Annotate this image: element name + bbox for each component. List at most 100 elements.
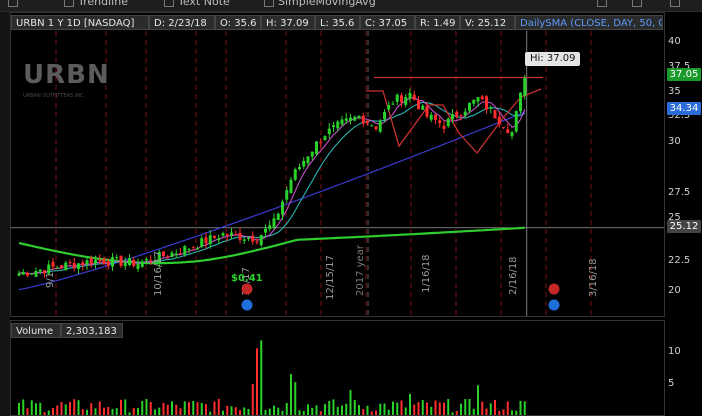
candle-body — [281, 201, 284, 215]
volume-bar — [515, 410, 518, 415]
study-tool-label[interactable]: SimpleMovingAvg — [278, 0, 376, 8]
volume-bar — [209, 411, 212, 415]
candle-body — [493, 110, 497, 119]
volume-bar — [39, 402, 42, 415]
grid-icon[interactable] — [632, 0, 642, 7]
candle-body — [446, 118, 450, 127]
volume-bar — [285, 403, 288, 415]
candle-body — [451, 114, 454, 120]
volume-bar — [43, 412, 46, 415]
volume-bar — [141, 401, 144, 415]
volume-panel[interactable]: Volume 2,303,183 — [10, 320, 665, 416]
volume-bar — [149, 402, 152, 415]
candle-body — [434, 114, 437, 120]
volume-bar — [336, 406, 339, 415]
volume-bar — [404, 407, 407, 415]
candle-body — [327, 128, 331, 135]
price-chart-panel[interactable]: 9/1 10/16/17 11/17 12/15/17 1/16/18 2/16/18 3/… — [10, 12, 665, 317]
trendline-icon[interactable] — [64, 0, 74, 7]
volume-bar — [353, 399, 356, 415]
volume-bar — [183, 401, 186, 415]
volume-bar — [98, 401, 101, 415]
candle-body — [353, 116, 357, 121]
candle-body — [17, 273, 21, 276]
candle-body — [179, 253, 182, 255]
price-axis[interactable]: 40 37.5 35 32.5 30 27.5 25 22.5 20 37.05… — [665, 12, 702, 416]
volume-bar — [200, 403, 203, 415]
candle-body — [191, 246, 195, 248]
candle-body — [349, 117, 352, 121]
candle-body — [264, 228, 267, 233]
text-note-tool-label[interactable]: Text Note — [178, 0, 230, 8]
candle-body — [319, 141, 323, 143]
volume-bar — [277, 407, 280, 415]
candle-body — [480, 96, 484, 100]
candle-body — [140, 261, 144, 267]
volume-bar — [362, 408, 365, 415]
candle-body — [366, 120, 369, 124]
volume-value: 2,303,183 — [61, 323, 123, 338]
volume-bar — [383, 403, 386, 415]
candle-body — [187, 248, 191, 250]
drawing-toolbar: Trendline Text Note SimpleMovingAvg — [0, 0, 702, 12]
candle-body — [370, 125, 374, 127]
candle-body — [289, 179, 293, 193]
volume-bar — [69, 401, 71, 415]
volume-bar — [430, 406, 433, 415]
volume-bar — [247, 408, 250, 415]
volume-bar — [523, 401, 526, 415]
volume-bar — [519, 400, 522, 415]
last-price-badge: 37.05 — [667, 68, 701, 81]
candle-body — [455, 111, 459, 118]
text-note-icon[interactable] — [164, 0, 174, 7]
volume-bar — [26, 408, 29, 415]
volume-bar — [166, 404, 169, 415]
volume-bar — [260, 340, 263, 415]
candle-body — [332, 125, 335, 128]
candle-body — [238, 232, 242, 240]
volume-bar — [243, 407, 246, 415]
volume-bar — [77, 400, 80, 415]
volume-bar — [128, 412, 131, 415]
candle-body — [340, 119, 344, 125]
trendline-tool-label[interactable]: Trendline — [78, 0, 128, 8]
price-tick: 30 — [668, 136, 681, 147]
volume-bar — [341, 405, 343, 415]
candle-body — [463, 111, 467, 116]
pointer-icon[interactable] — [8, 0, 18, 7]
volume-bar — [332, 399, 335, 415]
candle-body — [111, 257, 114, 267]
candle-body — [302, 160, 306, 167]
volume-bar — [73, 399, 76, 415]
candle-body — [387, 105, 391, 110]
volume-bar — [171, 401, 173, 415]
company-logo: URBN URBAN OUTFITTERS INC. — [23, 53, 123, 108]
symbol-description[interactable]: URBN 1 Y 1D [NASDAQ] — [11, 15, 149, 30]
volume-bar — [154, 409, 156, 415]
earnings-icon — [241, 283, 253, 295]
volume-bar — [302, 411, 305, 415]
volume-tick: 5 — [668, 378, 675, 389]
volume-bar — [22, 399, 25, 415]
candle-body — [30, 273, 34, 275]
volume-bar — [472, 408, 475, 415]
volume-bar — [192, 400, 195, 415]
volume-tick: 10 — [668, 346, 681, 357]
earnings-icon — [548, 283, 560, 295]
candle-body — [217, 238, 221, 241]
volume-bar — [417, 402, 420, 415]
volume-bar — [498, 410, 501, 415]
candle-body — [383, 111, 386, 120]
study-icon[interactable] — [264, 0, 274, 7]
layout-icon[interactable] — [597, 0, 607, 7]
volume-bar — [413, 404, 416, 415]
settings-icon[interactable] — [670, 0, 680, 7]
candle-body — [412, 94, 416, 100]
date-tick-label: 12/15/17 — [325, 255, 336, 300]
volume-title: Volume — [11, 323, 61, 338]
volume-bar — [370, 411, 373, 415]
info-icon — [548, 299, 560, 311]
close-value: C: 37.05 — [360, 15, 415, 30]
study-title[interactable]: DailySMA (CLOSE, DAY, 50, 0,... — [515, 15, 663, 30]
candle-body — [51, 261, 55, 267]
